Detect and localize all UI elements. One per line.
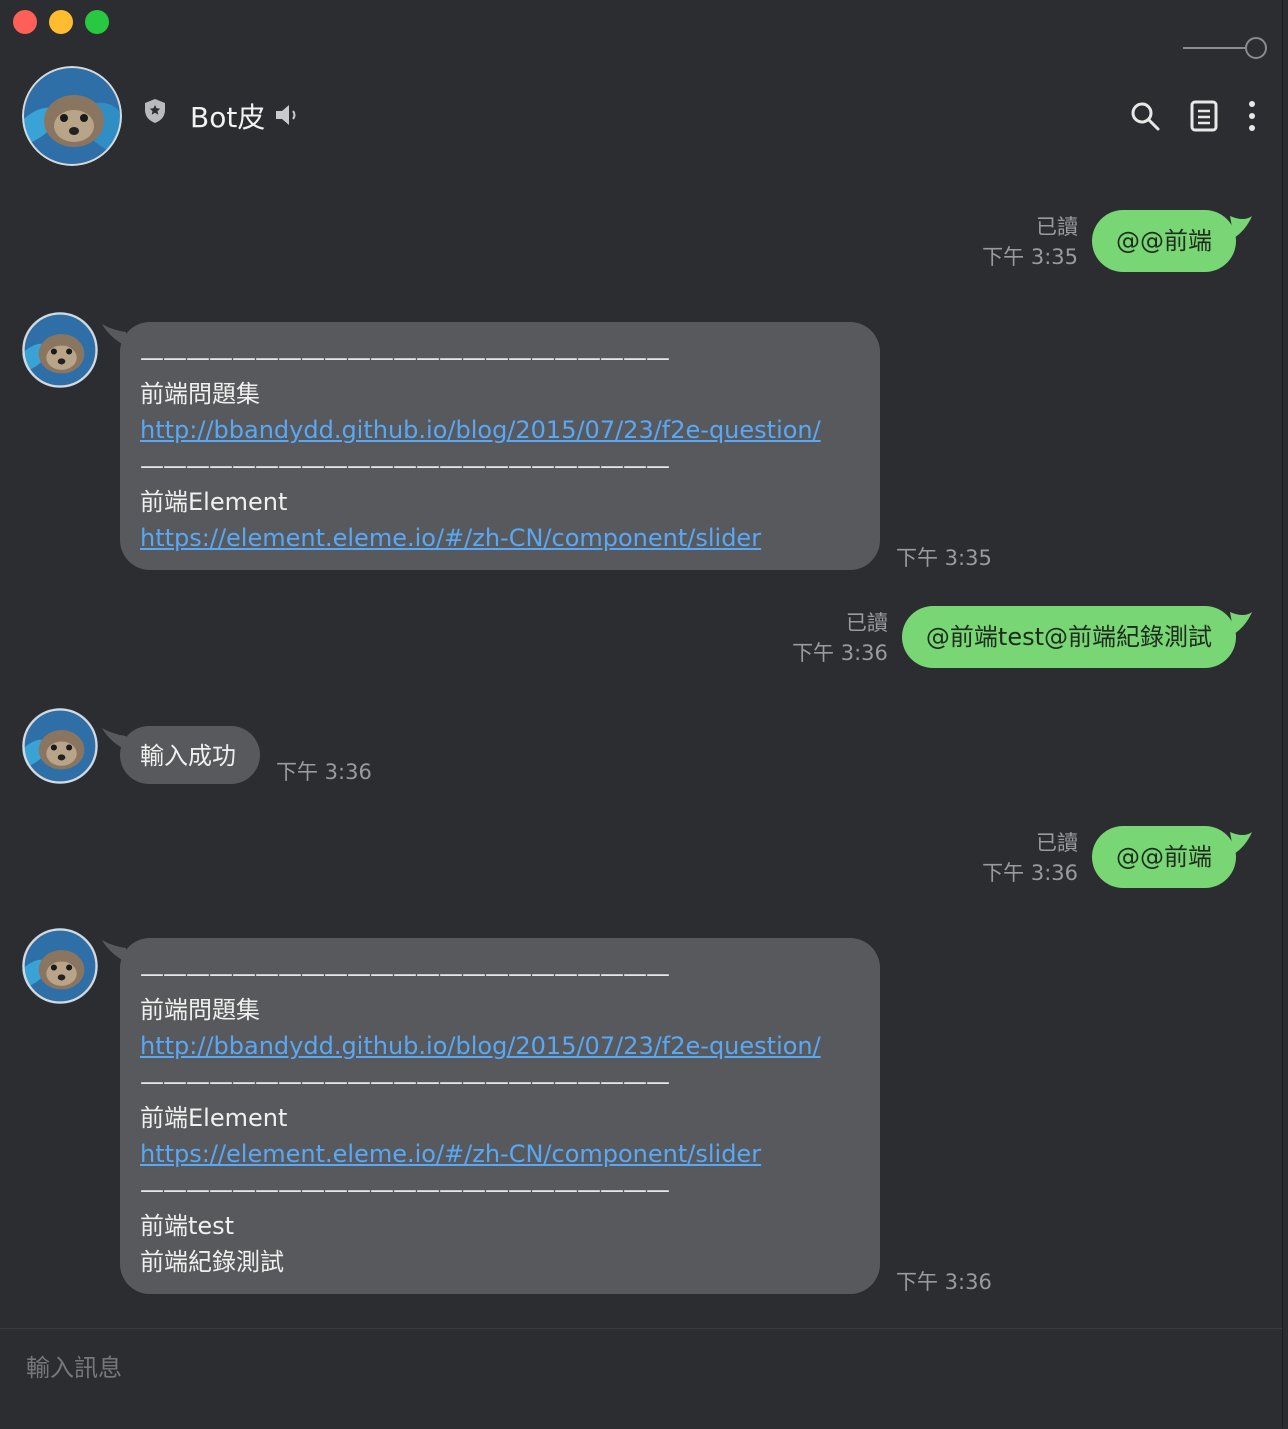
message-bubble[interactable]: @@前端	[1092, 826, 1252, 888]
bubble-tail-icon	[102, 728, 126, 750]
window-edge	[1283, 0, 1288, 1428]
message-bubble[interactable]: @@前端	[1092, 210, 1252, 272]
message-outgoing: 已讀 下午 3:36 @前端test@前端紀錄測試	[792, 606, 1252, 668]
message-input[interactable]	[24, 1347, 1228, 1389]
speaker-icon[interactable]	[274, 102, 300, 132]
chat-window: Bot皮 已讀 下午 3:35 @@前端 ———————————————————…	[0, 0, 1283, 1428]
message-link[interactable]: https://element.eleme.io/#/zh-CN/compone…	[140, 520, 860, 556]
bubble-tail-icon	[102, 940, 126, 962]
window-controls	[13, 10, 109, 34]
read-receipt: 已讀	[1036, 831, 1078, 855]
message-incoming: ——————————————————————— 前端問題集 http://bba…	[22, 928, 992, 1294]
message-time: 下午 3:36	[982, 861, 1078, 885]
window-pin-toggle[interactable]	[1183, 36, 1269, 60]
message-text: @@前端	[1116, 843, 1212, 871]
avatar[interactable]	[22, 708, 98, 784]
message-link[interactable]: https://element.eleme.io/#/zh-CN/compone…	[140, 1136, 860, 1172]
notes-icon[interactable]	[1190, 100, 1218, 132]
chat-title: Bot皮	[190, 101, 266, 134]
more-icon[interactable]	[1248, 100, 1256, 132]
shield-icon	[144, 98, 166, 128]
bubble-tail-icon	[102, 324, 126, 346]
message-bubble[interactable]: ——————————————————————— 前端問題集 http://bba…	[102, 938, 880, 1294]
separator-line: ———————————————————————	[140, 344, 670, 372]
read-receipt: 已讀	[845, 611, 888, 635]
message-text: 前端紀錄測試	[140, 1248, 284, 1276]
message-text: 輸入成功	[140, 742, 236, 770]
message-time: 下午 3:36	[792, 641, 888, 665]
message-bubble[interactable]: 輸入成功	[102, 726, 260, 784]
search-icon[interactable]	[1130, 101, 1160, 131]
bubble-tail-icon	[1230, 216, 1252, 238]
bubble-tail-icon	[1230, 832, 1252, 854]
close-window-button[interactable]	[13, 10, 37, 34]
message-bubble[interactable]: ——————————————————————— 前端問題集 http://bba…	[102, 322, 880, 570]
separator-line: ———————————————————————	[140, 452, 670, 480]
separator-line: ———————————————————————	[140, 1176, 670, 1204]
message-text: @前端test@前端紀錄測試	[925, 623, 1212, 651]
message-text: 前端Element	[140, 488, 288, 516]
bubble-tail-icon	[1230, 612, 1252, 634]
zoom-window-button[interactable]	[85, 10, 109, 34]
message-text: @@前端	[1116, 227, 1212, 255]
message-time: 下午 3:36	[276, 760, 372, 784]
chat-header: Bot皮	[0, 64, 1282, 168]
avatar[interactable]	[22, 928, 98, 1004]
minimize-window-button[interactable]	[49, 10, 73, 34]
message-link[interactable]: http://bbandydd.github.io/blog/2015/07/2…	[140, 1028, 860, 1064]
message-time: 下午 3:36	[896, 1270, 992, 1294]
message-incoming: 輸入成功 下午 3:36	[22, 708, 372, 784]
message-text: 前端問題集	[140, 380, 260, 408]
message-outgoing: 已讀 下午 3:36 @@前端	[982, 826, 1252, 888]
message-outgoing: 已讀 下午 3:35 @@前端	[982, 210, 1252, 272]
message-text: 前端test	[140, 1212, 235, 1240]
message-text: 前端問題集	[140, 996, 260, 1024]
avatar[interactable]	[22, 312, 98, 388]
separator-line: ———————————————————————	[140, 1068, 670, 1096]
message-bubble[interactable]: @前端test@前端紀錄測試	[901, 606, 1252, 668]
message-text: 前端Element	[140, 1104, 288, 1132]
message-incoming: ——————————————————————— 前端問題集 http://bba…	[22, 312, 992, 570]
avatar[interactable]	[22, 66, 122, 166]
message-composer	[0, 1328, 1282, 1429]
message-time: 下午 3:35	[896, 546, 992, 570]
message-link[interactable]: http://bbandydd.github.io/blog/2015/07/2…	[140, 412, 860, 448]
read-receipt: 已讀	[1036, 215, 1078, 239]
header-actions	[1130, 100, 1256, 132]
separator-line: ———————————————————————	[140, 960, 670, 988]
message-time: 下午 3:35	[982, 245, 1078, 269]
